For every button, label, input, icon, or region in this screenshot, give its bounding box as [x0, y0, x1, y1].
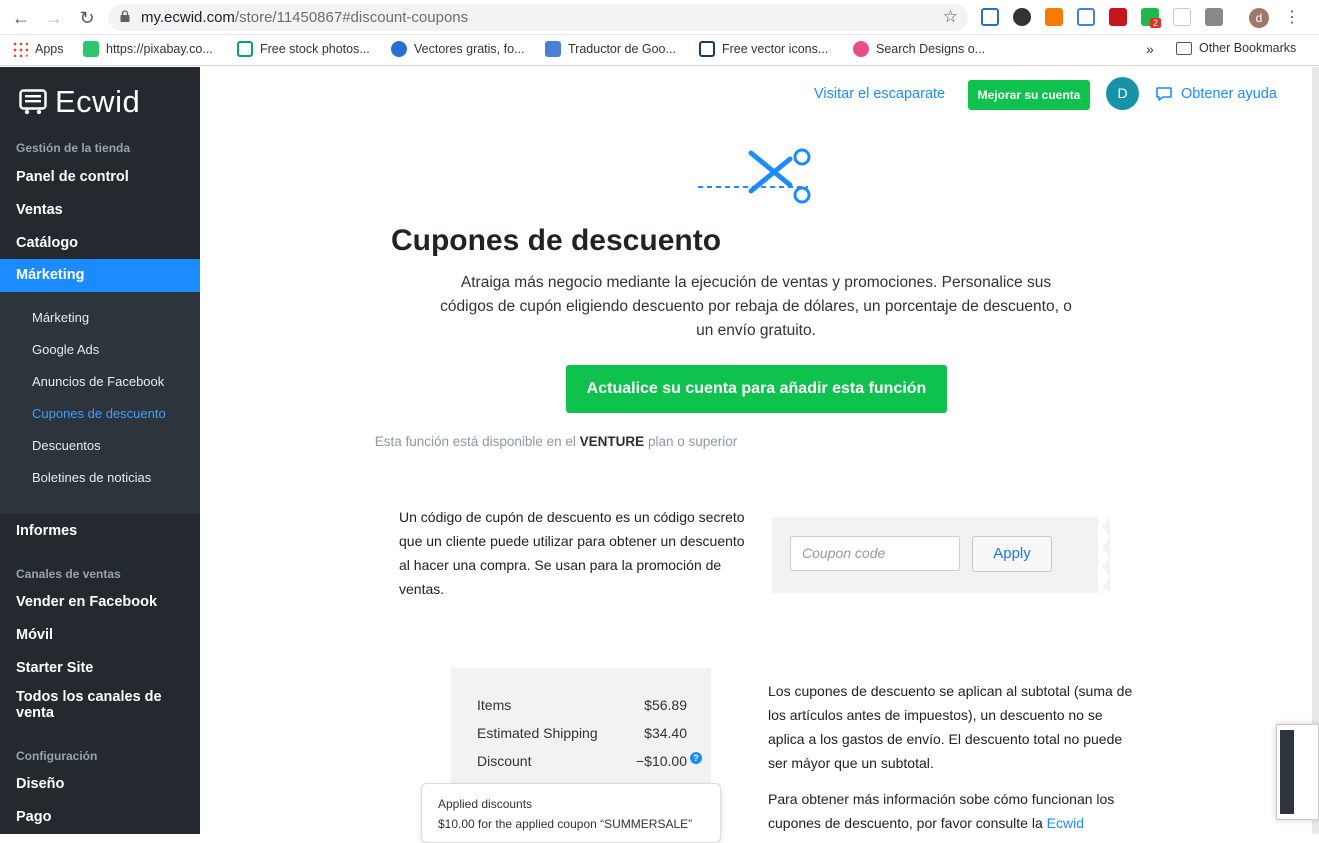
sidebar-item-marketing[interactable]: Márketing: [0, 259, 200, 292]
submenu-facebook-ads[interactable]: Anuncios de Facebook: [32, 374, 164, 389]
brand-name: Ecwid: [55, 84, 141, 119]
url-text: my.ecwid.com/store/11450867#discount-cou…: [141, 9, 469, 26]
submenu-newsletters[interactable]: Boletines de noticias: [32, 470, 151, 485]
upgrade-account-button[interactable]: Mejorar su cuenta: [968, 80, 1090, 110]
tooltip-body: $10.00 for the applied coupon “SUMMERSAL…: [438, 817, 693, 831]
extension-grid-icon[interactable]: [1173, 8, 1191, 26]
dribbble-icon: [853, 41, 869, 57]
freepik-icon: [699, 41, 715, 57]
summary-items-row: Items $56.89: [477, 697, 687, 713]
coupon-example-card: Coupon code Apply: [772, 517, 1110, 593]
extension-badge: 2: [1150, 18, 1162, 28]
sidebar-item-facebook[interactable]: Vender en Facebook: [0, 593, 200, 611]
page-title: Cupones de descuento: [390, 224, 722, 257]
ticket-edge: [1098, 517, 1110, 593]
section-store-label: Gestión de la tienda: [16, 141, 131, 155]
visit-store-link[interactable]: Visitar el escaparate: [814, 86, 945, 102]
summary-discount-row: Discount −$10.00: [477, 753, 687, 769]
extension-translate-icon[interactable]: [1077, 8, 1095, 26]
pixabay-icon: [83, 41, 99, 57]
upgrade-feature-button[interactable]: Actualice su cuenta para añadir esta fun…: [566, 365, 947, 413]
bookmark-vectores[interactable]: Vectores gratis, fo...: [391, 41, 524, 57]
coupon-explanation: Un código de cupón de descuento es un có…: [399, 509, 745, 597]
bookmarks-overflow[interactable]: »: [1146, 41, 1154, 57]
marketing-submenu: Márketing Google Ads Anuncios de Faceboo…: [0, 292, 200, 514]
folder-icon: [1176, 41, 1192, 55]
help-question-icon[interactable]: ?: [690, 752, 702, 764]
sidebar-item-dashboard[interactable]: Panel de control: [0, 168, 200, 186]
screenshot-thumbnail[interactable]: [1276, 724, 1319, 820]
user-avatar[interactable]: D: [1106, 77, 1139, 110]
extension-chart-icon[interactable]: [1045, 8, 1063, 26]
coupon-code-input[interactable]: Coupon code: [790, 536, 960, 571]
sidebar-item-catalog[interactable]: Catálogo: [0, 234, 200, 252]
bookmark-stock-photos[interactable]: Free stock photos...: [237, 41, 370, 57]
submenu-google-ads[interactable]: Google Ads: [32, 342, 99, 357]
chat-bubble-icon: [1156, 87, 1172, 101]
bookmarks-bar: Apps https://pixabay.co... Free stock ph…: [0, 35, 1319, 66]
back-icon[interactable]: ←: [10, 7, 32, 29]
extension-shield-icon[interactable]: 2: [1141, 8, 1162, 28]
thumbnail-preview: [1280, 730, 1294, 814]
bookmark-dribbble[interactable]: Search Designs o...: [853, 41, 985, 57]
plan-name: VENTURE: [579, 434, 645, 449]
stock-photo-icon: [237, 41, 253, 57]
extension-pin-icon[interactable]: [1205, 8, 1223, 26]
coupon-more-info: Para obtener más información sobe cómo f…: [768, 791, 1115, 831]
lock-icon: [120, 10, 130, 22]
page-edge-strip: [1312, 67, 1319, 834]
main-content: Visitar el escaparate Mejorar su cuenta …: [200, 67, 1312, 843]
coupon-subtotal-note: Los cupones de descuento se aplican al s…: [768, 683, 1133, 771]
forward-icon[interactable]: →: [43, 7, 65, 29]
sidebar-item-mobile[interactable]: Móvil: [0, 626, 200, 644]
sidebar-item-payment[interactable]: Pago: [0, 808, 200, 826]
sidebar-item-reports[interactable]: Informes: [0, 522, 200, 540]
bookmark-pixabay[interactable]: https://pixabay.co...: [83, 41, 213, 57]
address-bar[interactable]: my.ecwid.com/store/11450867#discount-cou…: [108, 4, 968, 31]
sidebar-item-design[interactable]: Diseño: [0, 775, 200, 793]
extension-mcafee-icon[interactable]: [1109, 8, 1127, 26]
bookmark-vector-icons[interactable]: Free vector icons...: [699, 41, 828, 57]
ecwid-logo[interactable]: Ecwid: [19, 84, 140, 120]
browser-toolbar: ← → ↻ my.ecwid.com/store/11450867#discou…: [0, 0, 1319, 35]
section-channels-label: Canales de ventas: [16, 567, 121, 581]
cart-icon: [19, 89, 47, 115]
sidebar-item-starter-site[interactable]: Starter Site: [0, 659, 200, 677]
page-description: Atraiga más negocio mediante la ejecució…: [440, 274, 1072, 339]
google-translate-icon: [545, 41, 561, 57]
reload-icon[interactable]: ↻: [76, 7, 98, 29]
apply-button[interactable]: Apply: [972, 536, 1052, 572]
vecteezy-icon: [391, 41, 407, 57]
plan-note: Esta función está disponible en el VENTU…: [374, 434, 738, 449]
bookmark-apps[interactable]: Apps: [12, 41, 64, 57]
submenu-discounts[interactable]: Descuentos: [32, 438, 101, 453]
ecwid-help-link[interactable]: Ecwid: [1047, 815, 1084, 831]
extension-s-icon[interactable]: [981, 8, 999, 26]
sidebar: Ecwid Gestión de la tienda Panel de cont…: [0, 67, 200, 834]
extension-k-icon[interactable]: [1013, 8, 1031, 26]
tooltip-title: Applied discounts: [438, 797, 533, 811]
bookmark-translate[interactable]: Traductor de Goo...: [545, 41, 676, 57]
apps-grid-icon: [12, 41, 28, 57]
applied-discounts-tooltip: Applied discounts $10.00 for the applied…: [421, 783, 721, 843]
summary-shipping-row: Estimated Shipping $34.40: [477, 725, 687, 741]
bookmark-star-icon[interactable]: ☆: [943, 7, 958, 27]
submenu-discount-coupons[interactable]: Cupones de descuento: [32, 406, 166, 421]
submenu-marketing[interactable]: Márketing: [32, 310, 89, 325]
help-link[interactable]: Obtener ayuda: [1155, 86, 1277, 102]
sidebar-item-all-channels[interactable]: Todos los canales de venta: [0, 689, 170, 721]
menu-icon[interactable]: ⋮: [1281, 7, 1303, 29]
section-config-label: Configuración: [16, 749, 98, 763]
scissors-icon: [698, 148, 811, 204]
sidebar-item-sales[interactable]: Ventas: [0, 201, 200, 219]
profile-avatar[interactable]: d: [1249, 8, 1269, 28]
other-bookmarks[interactable]: Other Bookmarks: [1176, 41, 1296, 55]
